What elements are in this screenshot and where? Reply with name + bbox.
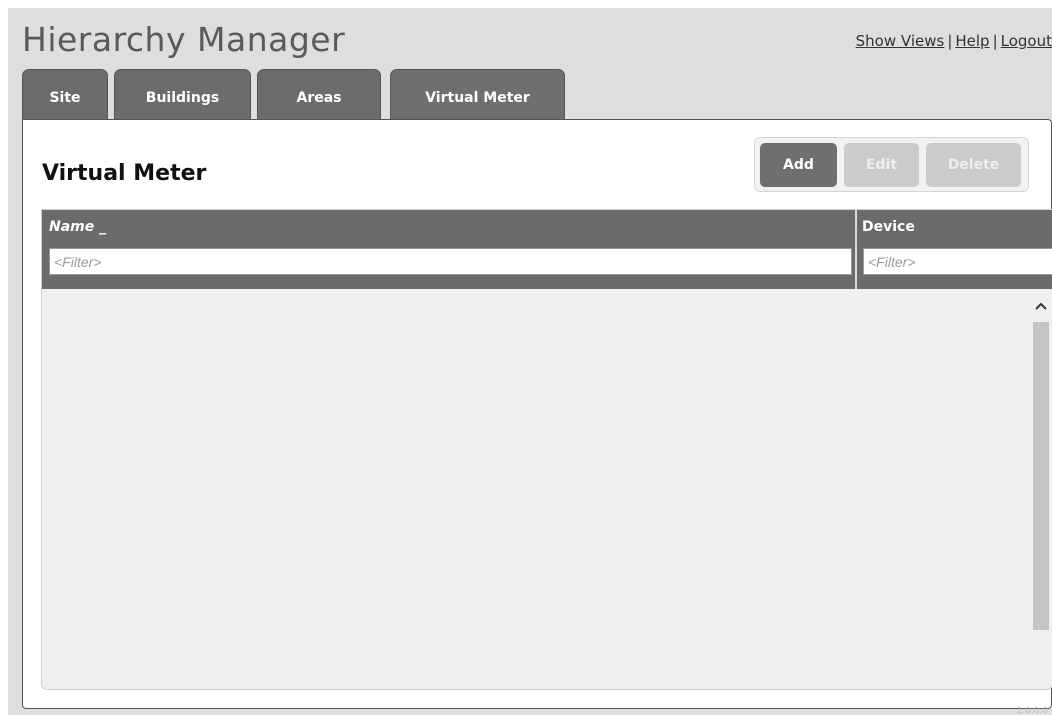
delete-button[interactable]: Delete [926,143,1021,187]
edit-button[interactable]: Edit [844,143,919,187]
name-filter-input[interactable] [49,248,852,275]
column-header-name[interactable]: Name _ [49,219,106,235]
show-views-link[interactable]: Show Views [856,32,945,50]
app-window: Hierarchy Manager Show Views | Help | Logout… [8,8,1052,715]
logout-link[interactable]: Logout [1001,32,1052,50]
scrollbar-thumb[interactable] [1033,322,1049,630]
app-title: Hierarchy Manager [22,20,346,59]
version-label: 1.0.0.0 [1016,706,1049,715]
grid-body [42,289,1052,689]
data-grid: Name _ Device [41,209,1052,690]
content-panel: Virtual Meter Add Edit Delete Name _ Dev… [22,119,1052,709]
column-divider[interactable] [855,210,857,289]
page-title: Virtual Meter [42,161,207,186]
tab-buildings[interactable]: Buildings [114,69,251,119]
vertical-scrollbar[interactable] [1030,289,1052,689]
link-separator: | [947,32,953,50]
chevron-up-icon[interactable] [1030,295,1052,317]
tab-virtual-meter[interactable]: Virtual Meter [390,69,565,120]
link-separator: | [992,32,998,50]
grid-header: Name _ Device [42,210,1052,289]
device-filter-input[interactable] [863,248,1052,275]
tab-site[interactable]: Site [22,69,108,119]
column-header-device[interactable]: Device [862,219,915,235]
column-header-name-label: Name [49,219,95,235]
add-button[interactable]: Add [760,143,837,187]
tab-areas[interactable]: Areas [257,69,381,119]
top-links: Show Views | Help | Logout [856,32,1052,50]
action-button-group: Add Edit Delete [754,137,1029,192]
sort-indicator: _ [99,219,107,235]
help-link[interactable]: Help [955,32,989,50]
